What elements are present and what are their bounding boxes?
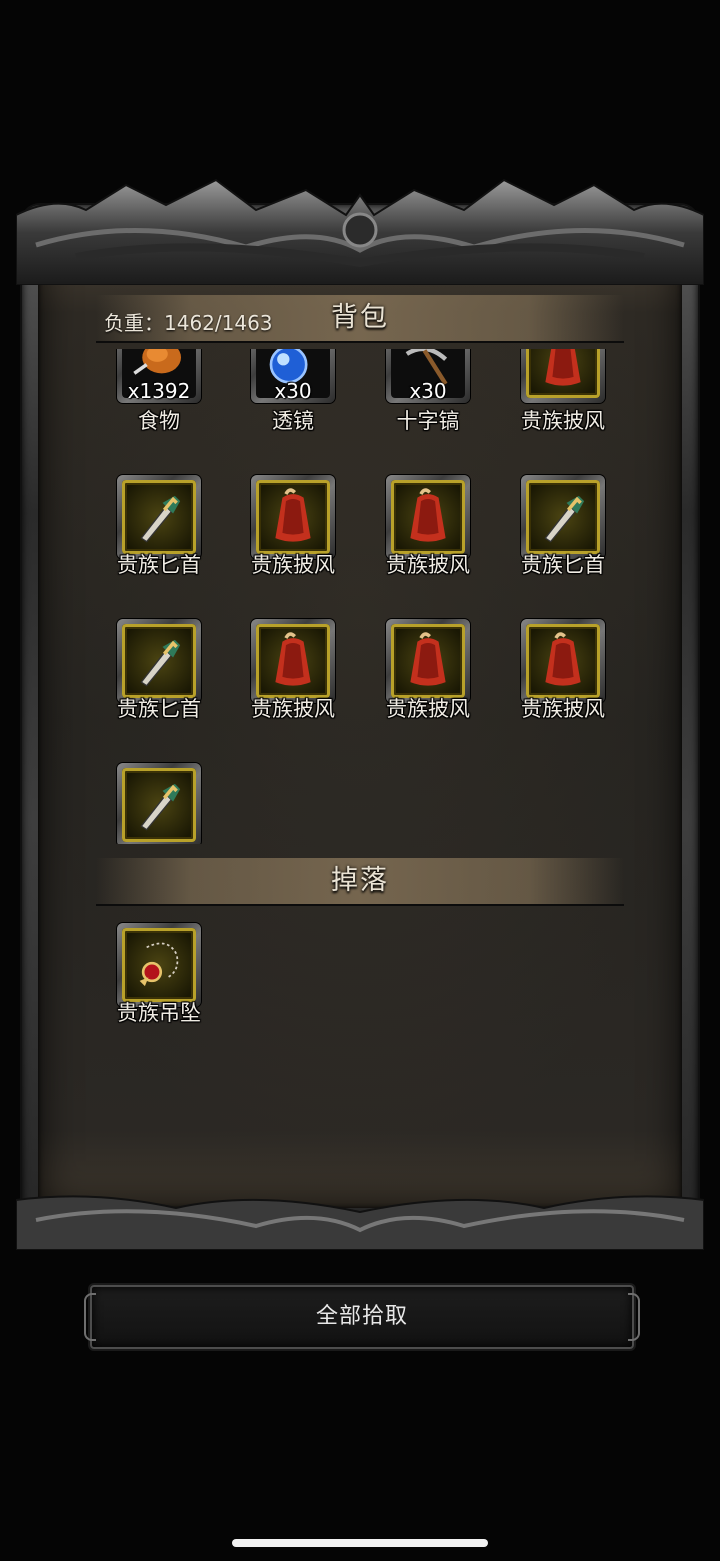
item-name: 贵族匕首 [521,553,605,577]
frame-base-ornament [16,1195,704,1250]
pickup-all-label: 全部拾取 [315,1304,408,1329]
bag-slot-5[interactable] [117,475,201,559]
drop-header-bar: 掉落 [96,858,624,906]
item-quantity: x30 [274,379,312,403]
bag-slot-11[interactable] [386,619,470,703]
item-name: 十字镐 [396,409,460,433]
pickup-all-button[interactable]: 全部拾取 [84,1285,640,1349]
drop-slot-1[interactable] [117,923,201,1007]
dagger-icon [544,495,585,543]
bag-slot-1[interactable]: x1392 [117,349,201,403]
red-cloak-icon [275,632,311,686]
bag-slot-13[interactable] [117,763,201,844]
bag-slot-8[interactable] [521,475,605,559]
item-name: 食物 [138,409,180,433]
item-name: 贵族吊坠 [117,1001,201,1025]
red-cloak-icon [545,349,581,386]
item-name: 贵族披风 [251,553,335,577]
drop-title: 掉落 [331,865,389,896]
bag-slot-4[interactable] [521,349,605,403]
item-name: 透镜 [272,409,314,433]
item-name: 贵族披风 [386,553,470,577]
item-name: 贵族披风 [521,697,605,721]
red-cloak-icon [410,632,446,686]
item-name: 贵族披风 [521,409,605,433]
bag-slot-2[interactable]: x30 [251,349,335,403]
dagger-icon [140,495,181,543]
item-name: 贵族披风 [386,697,470,721]
bag-slot-9[interactable] [117,619,201,703]
bag-slot-12[interactable] [521,619,605,703]
bag-slot-6[interactable] [251,475,335,559]
bag-slot-3[interactable]: x30 [386,349,470,403]
pendant-icon [139,942,179,987]
dagger-icon [140,639,181,687]
bag-grid[interactable]: x1392 食物 x30 透镜 x30 十字镐 贵族披风 贵族匕首 贵族披风 贵… [96,349,624,844]
dagger-icon [140,783,181,831]
item-name: 贵族匕首 [117,553,201,577]
red-cloak-icon [410,488,446,542]
item-quantity: x1392 [127,379,191,403]
weight-label: 负重：1462/1463 [104,311,273,335]
home-indicator[interactable] [232,1539,488,1547]
item-name: 贵族披风 [251,697,335,721]
item-name: 贵族匕首 [117,697,201,721]
frame-crown-ornament [16,178,704,285]
bag-slot-10[interactable] [251,619,335,703]
red-cloak-icon [275,488,311,542]
bag-slot-7[interactable] [386,475,470,559]
red-cloak-icon [545,632,581,686]
item-quantity: x30 [409,379,447,403]
